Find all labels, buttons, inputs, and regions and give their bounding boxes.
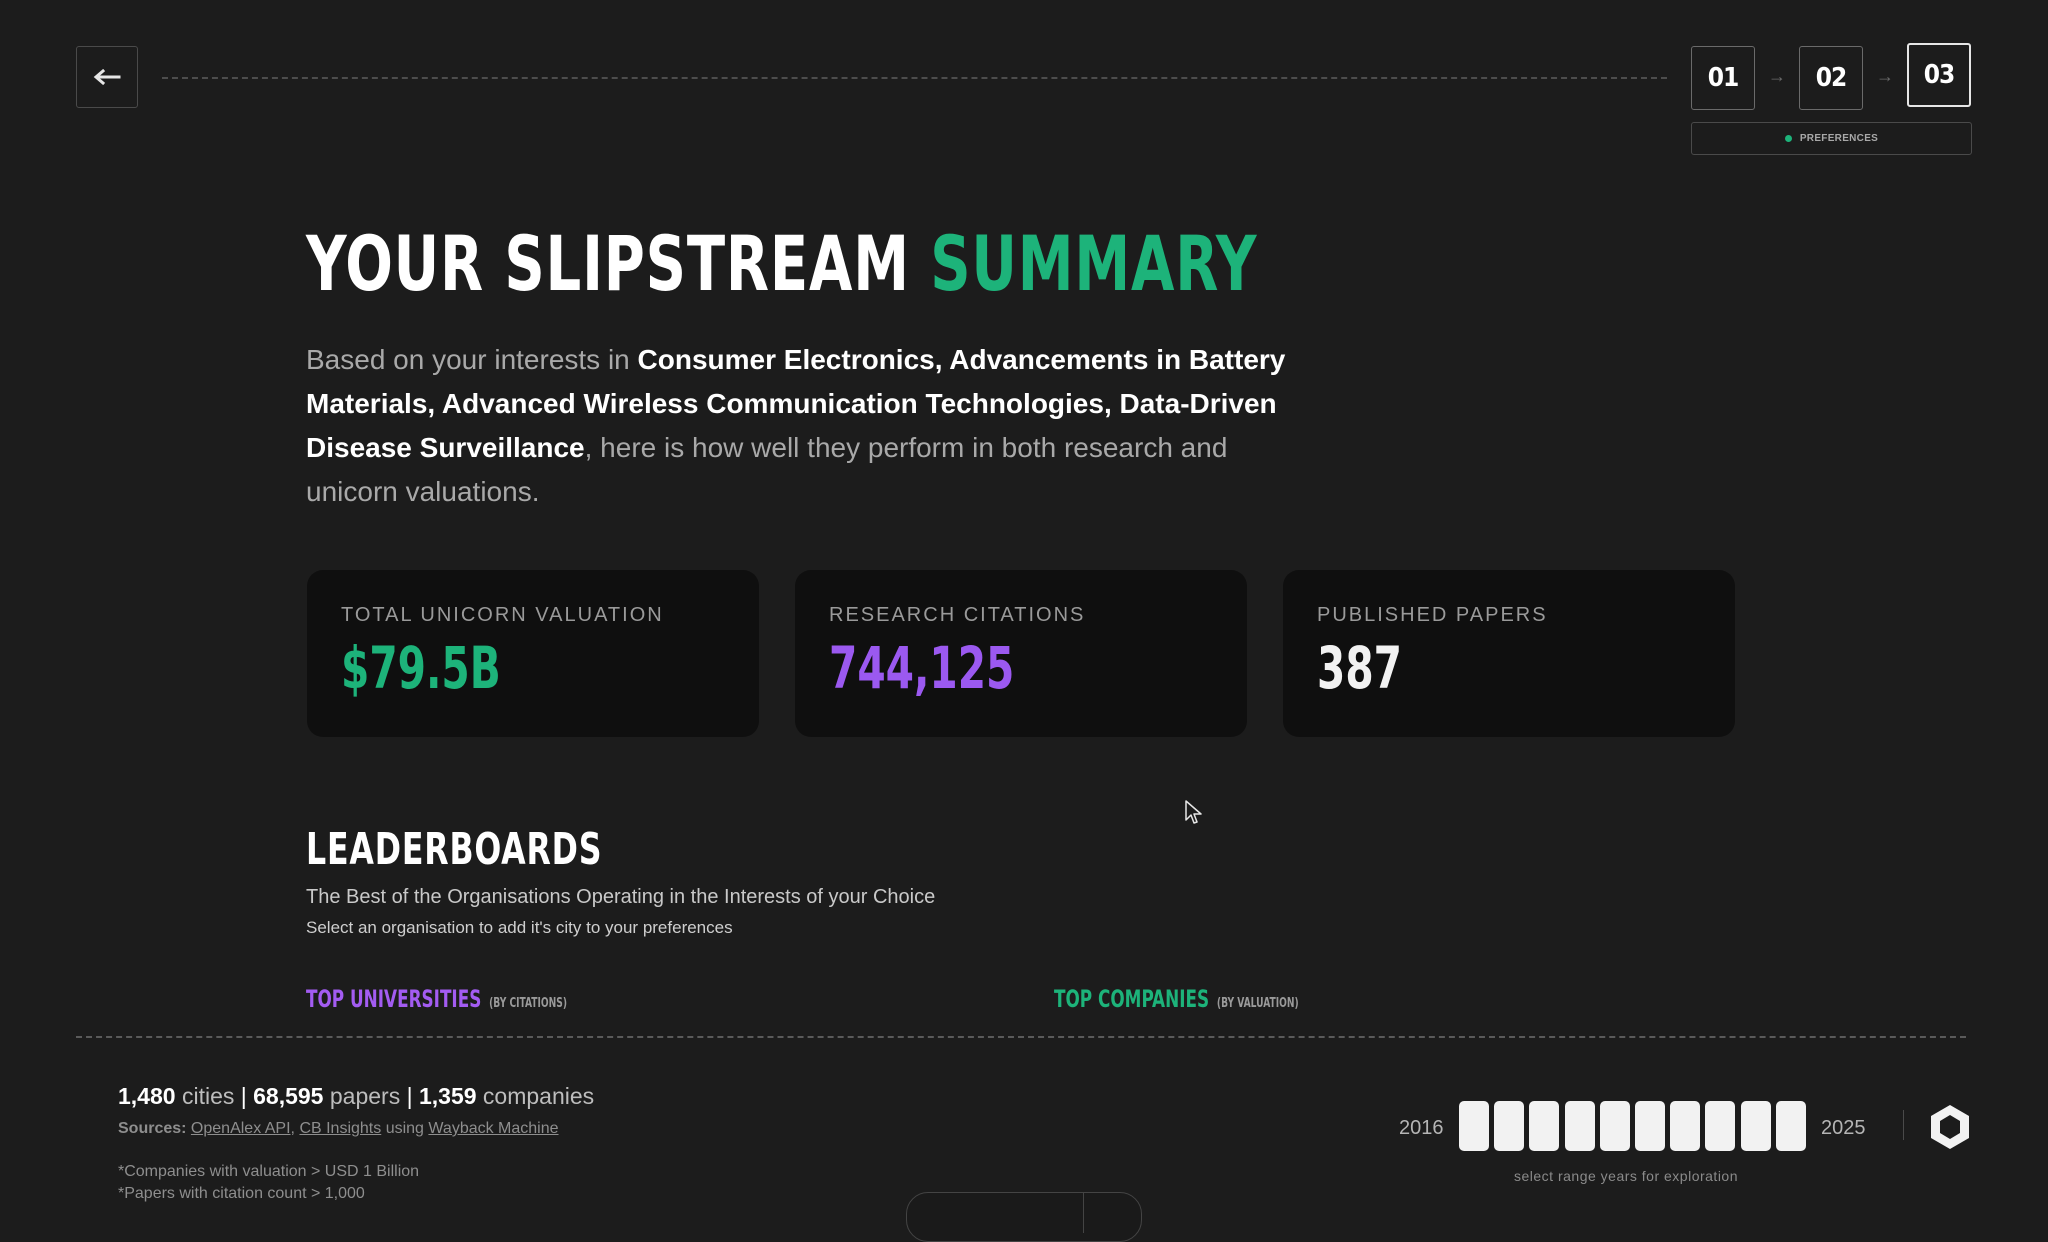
unicorn-valuation-card: TOTAL UNICORN VALUATION $79.5B	[307, 570, 759, 737]
progress-dashed-line	[162, 77, 1667, 79]
card-value: 744,125	[829, 634, 1015, 702]
sources-label: Sources:	[118, 1120, 187, 1137]
papers-footnote: *Papers with citation count > 1,000	[118, 1185, 365, 1202]
year-block-2024[interactable]	[1740, 1101, 1771, 1151]
status-dot	[1784, 135, 1792, 142]
year-block-2020[interactable]	[1599, 1101, 1630, 1151]
floating-toolbar[interactable]	[906, 1192, 1142, 1242]
papers-count: 68,595	[253, 1083, 324, 1109]
card-value: 387	[1317, 634, 1402, 702]
top-universities-label: TOP UNIVERSITIES	[306, 985, 482, 1013]
step-03-button[interactable]: 03	[1907, 43, 1971, 107]
back-button[interactable]	[76, 46, 138, 108]
step-01-button[interactable]: 01	[1691, 46, 1755, 110]
card-label: PUBLISHED PAPERS	[1317, 604, 1548, 626]
companies-footnote: *Companies with valuation > USD 1 Billio…	[118, 1163, 420, 1180]
companies-label: companies	[482, 1083, 595, 1109]
arrow-right-icon: →	[1876, 66, 1894, 86]
title-accent: SUMMARY	[930, 219, 1258, 308]
year-block-2018[interactable]	[1529, 1101, 1560, 1151]
preferences-badge[interactable]: PREFERENCES	[1691, 122, 1972, 155]
card-value: $79.5B	[341, 634, 501, 702]
cities-count: 1,480	[118, 1083, 176, 1109]
year-block-2017[interactable]	[1494, 1101, 1525, 1151]
top-companies-heading[interactable]: TOP COMPANIES (BY VALUATION)	[1054, 985, 1299, 1013]
cb-insights-link[interactable]: CB Insights	[299, 1120, 381, 1137]
leaderboards-hint: Select an organisation to add it's city …	[306, 918, 733, 937]
footer-separator	[1903, 1110, 1904, 1140]
papers-label: papers	[329, 1083, 401, 1109]
year-end-label: 2025	[1821, 1117, 1866, 1139]
top-universities-qualifier: (BY CITATIONS)	[489, 996, 568, 1011]
arrow-right-icon: →	[1768, 66, 1786, 86]
intro-prefix: Based on your interests in	[306, 344, 630, 375]
hexagon-logo-icon[interactable]	[1928, 1103, 1972, 1151]
toolbar-divider	[1083, 1193, 1084, 1233]
preferences-label: PREFERENCES	[1799, 133, 1879, 144]
dataset-stats: 1,480 cities | 68,595 papers | 1,359 com…	[118, 1083, 595, 1109]
intro-paragraph: Based on your interests in Consumer Elec…	[306, 338, 1316, 514]
top-companies-label: TOP COMPANIES	[1054, 985, 1210, 1013]
year-block-2021[interactable]	[1635, 1101, 1665, 1151]
year-start-label: 2016	[1399, 1117, 1444, 1139]
step-02-button[interactable]: 02	[1799, 46, 1863, 110]
year-block-2023[interactable]	[1705, 1101, 1736, 1151]
card-label: RESEARCH CITATIONS	[829, 604, 1086, 626]
sources-line: Sources: OpenAlex API, CB Insights using…	[118, 1120, 559, 1137]
top-companies-qualifier: (BY VALUATION)	[1216, 996, 1299, 1011]
using-text: using	[385, 1120, 424, 1137]
year-block-2016[interactable]	[1459, 1101, 1489, 1151]
arrow-left-icon	[93, 69, 121, 85]
leaderboards-title: LEADERBOARDS	[306, 824, 603, 875]
wayback-machine-link[interactable]: Wayback Machine	[428, 1120, 558, 1137]
year-block-2022[interactable]	[1670, 1101, 1701, 1151]
footer-divider	[76, 1036, 1966, 1038]
mouse-cursor-icon	[1185, 800, 1202, 824]
openalex-link[interactable]: OpenAlex API	[191, 1120, 291, 1137]
published-papers-card: PUBLISHED PAPERS 387	[1283, 570, 1735, 737]
companies-count: 1,359	[418, 1083, 477, 1109]
leaderboards-subtitle: The Best of the Organisations Operating …	[306, 886, 936, 908]
card-label: TOTAL UNICORN VALUATION	[341, 604, 664, 626]
title-main: YOUR SLIPSTREAM	[306, 219, 910, 308]
year-block-2019[interactable]	[1564, 1101, 1595, 1151]
year-block-2025[interactable]	[1775, 1101, 1806, 1151]
top-universities-heading[interactable]: TOP UNIVERSITIES (BY CITATIONS)	[306, 985, 567, 1013]
cities-label: cities	[181, 1083, 235, 1109]
page-title: YOUR SLIPSTREAM SUMMARY	[306, 216, 1257, 312]
year-range-hint: select range years for exploration	[1514, 1168, 1738, 1184]
research-citations-card: RESEARCH CITATIONS 744,125	[795, 570, 1247, 737]
